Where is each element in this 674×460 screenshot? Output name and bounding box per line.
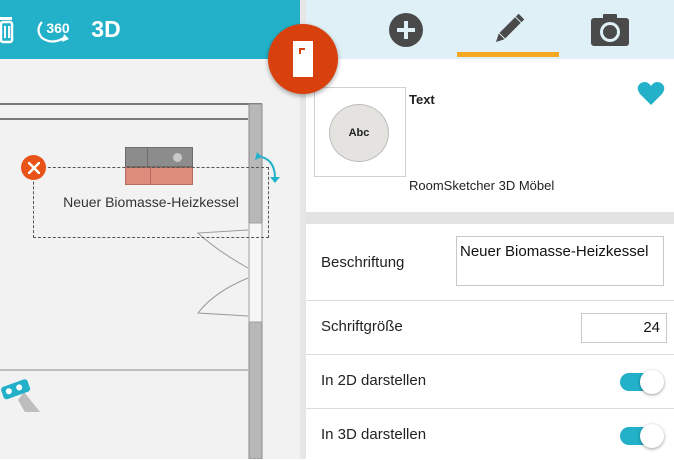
font-size-row: Schriftgröße 24 <box>306 300 674 355</box>
show-2d-label: In 2D darstellen <box>321 372 427 389</box>
font-size-label: Schriftgröße <box>321 318 403 335</box>
caption-input[interactable]: Neuer Biomasse-Heizkessel <box>456 236 664 286</box>
show-3d-label: In 3D darstellen <box>321 426 427 443</box>
floorplan-canvas[interactable]: Neuer Biomasse-Heizkessel <box>0 0 300 459</box>
item-source: RoomSketcher 3D Möbel <box>409 178 555 193</box>
canvas-object-label[interactable]: Neuer Biomasse-Heizkessel <box>33 194 269 210</box>
caption-input-value: Neuer Biomasse-Heizkessel <box>460 243 649 260</box>
tab-add[interactable] <box>357 0 455 59</box>
toggle-knob <box>640 424 664 448</box>
caption-label: Beschriftung <box>321 254 405 271</box>
font-size-input[interactable]: 24 <box>581 313 667 343</box>
add-icon <box>389 12 423 47</box>
show-2d-row: In 2D darstellen <box>306 354 674 409</box>
active-tab-indicator <box>457 52 559 57</box>
thumbnail-text: Abc <box>348 127 370 139</box>
close-icon <box>27 161 40 174</box>
boiler-icon <box>293 41 313 77</box>
view-360-label: 360 <box>46 19 70 36</box>
camera-icon <box>591 13 629 46</box>
toggle-knob <box>640 370 664 394</box>
toolbar-left: 360 3D <box>0 0 300 59</box>
show-3d-row: In 3D darstellen <box>306 408 674 460</box>
pencil-icon <box>495 13 525 42</box>
tab-edit[interactable] <box>457 0 559 59</box>
toolbar-right <box>306 0 674 59</box>
object-type-fab[interactable] <box>268 24 338 94</box>
show-2d-toggle[interactable] <box>620 370 664 394</box>
view-360-button[interactable]: 360 <box>36 0 72 59</box>
delete-handle[interactable] <box>21 155 46 180</box>
font-size-value: 24 <box>643 319 660 336</box>
caption-row: Beschriftung Neuer Biomasse-Heizkessel <box>306 224 674 300</box>
camera-marker-icon[interactable] <box>0 372 40 412</box>
rotate-handle-icon[interactable] <box>253 150 283 184</box>
show-3d-toggle[interactable] <box>620 424 664 448</box>
item-thumbnail: Abc <box>314 87 406 177</box>
favorite-heart-icon[interactable] <box>637 81 665 107</box>
item-title: Text <box>409 92 435 107</box>
properties-panel: Abc Text RoomSketcher 3D Möbel Beschrift… <box>306 0 674 459</box>
trash-icon[interactable] <box>0 0 20 59</box>
tab-camera[interactable] <box>561 0 659 59</box>
view-3d-button[interactable]: 3D <box>86 0 126 59</box>
section-separator <box>306 212 674 224</box>
